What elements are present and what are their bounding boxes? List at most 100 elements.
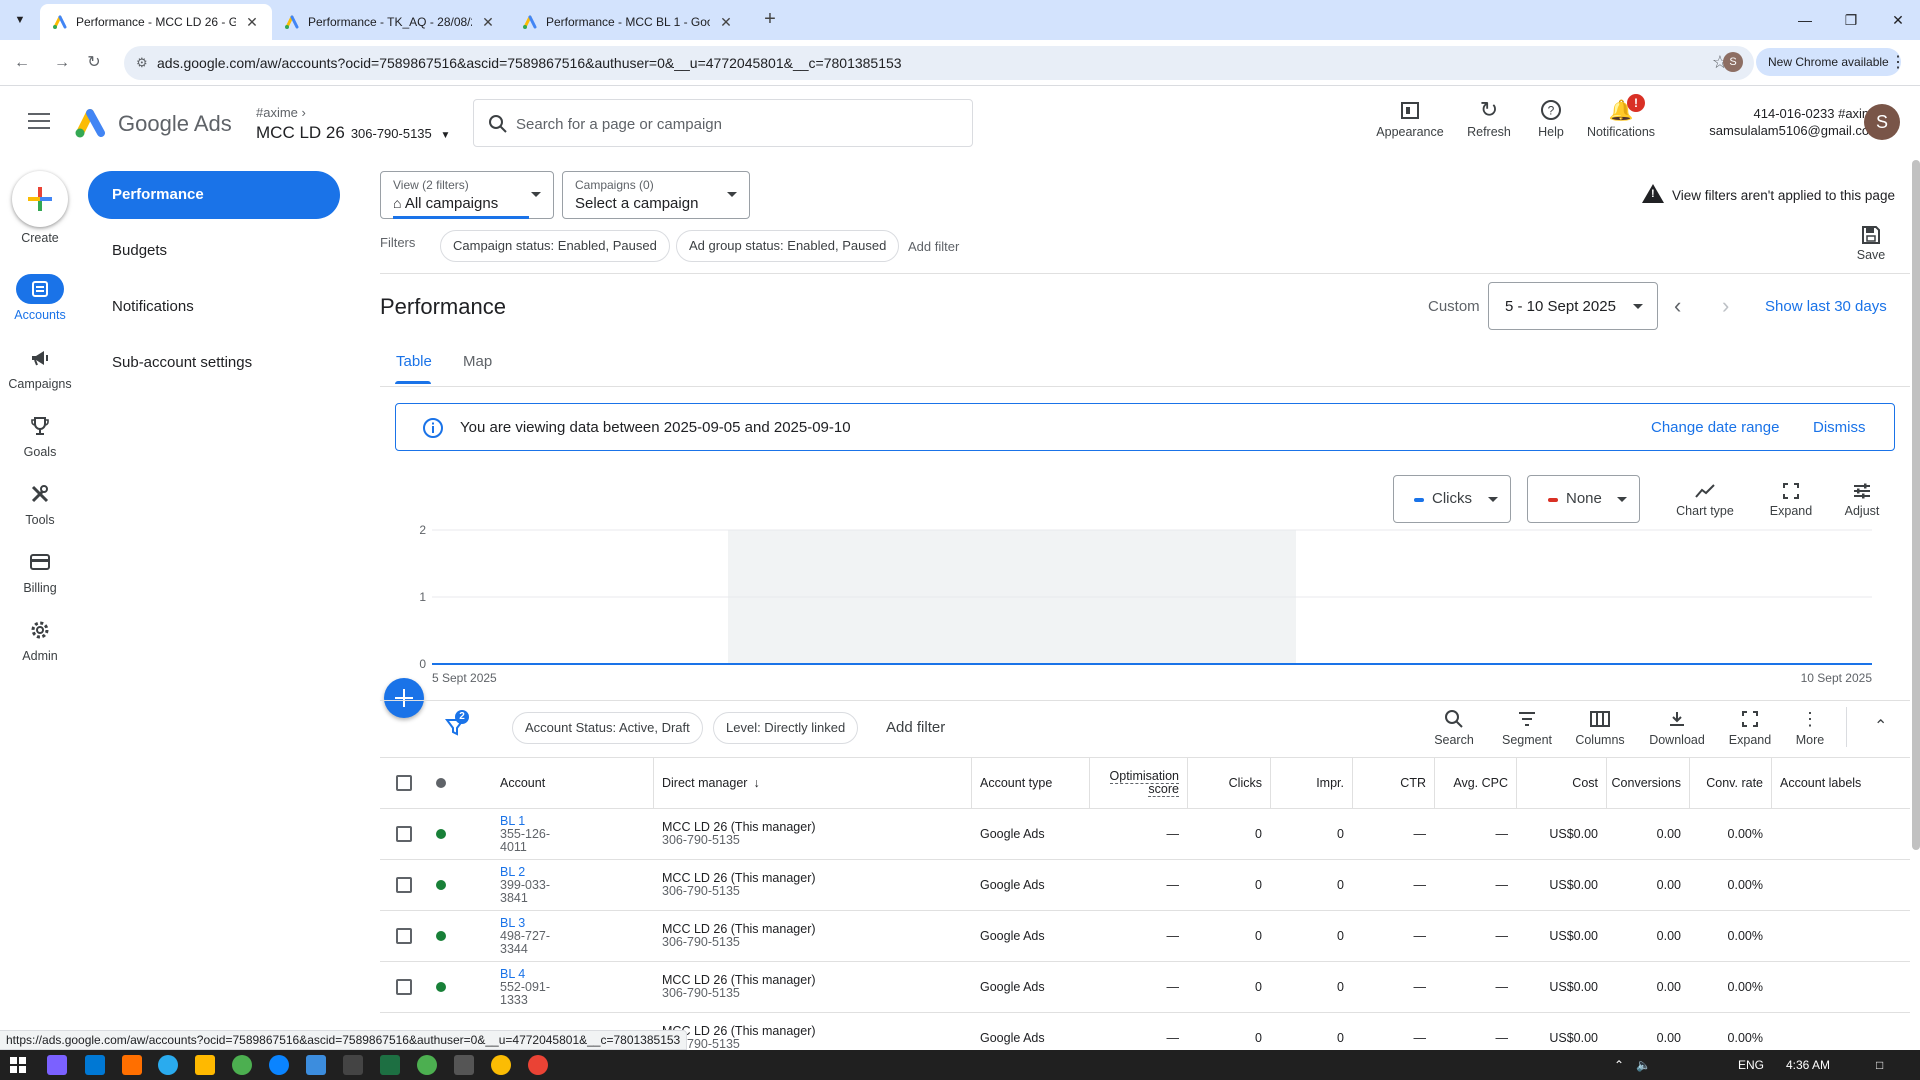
rail-goals[interactable]: Goals — [0, 411, 80, 459]
app-icon[interactable] — [343, 1055, 363, 1075]
subnav-performance[interactable]: Performance — [88, 171, 340, 219]
previous-period-icon[interactable]: ‹ — [1674, 293, 1681, 319]
tab-close-icon[interactable]: ✕ — [480, 14, 496, 31]
campaign-select-dropdown[interactable]: Campaigns (0) Select a campaign — [562, 171, 750, 219]
chrome-icon[interactable] — [232, 1055, 252, 1075]
excel-icon[interactable] — [380, 1055, 400, 1075]
account-link[interactable]: BL 2 — [500, 865, 525, 879]
filter-chip-ad-group-status[interactable]: Ad group status: Enabled, Paused — [676, 230, 900, 262]
file-explorer-icon[interactable] — [195, 1055, 215, 1075]
reload-icon[interactable]: ↻ — [82, 51, 106, 75]
appearance-button[interactable]: Appearance — [1370, 97, 1450, 139]
header-direct-manager[interactable]: Direct manager ↓ — [653, 758, 971, 808]
row-checkbox[interactable] — [396, 962, 412, 1012]
tab-close-icon[interactable]: ✕ — [244, 14, 260, 31]
show-last-30-days-link[interactable]: Show last 30 days — [1765, 298, 1887, 315]
metric-2-dropdown[interactable]: None — [1527, 475, 1640, 523]
app-icon[interactable] — [306, 1055, 326, 1075]
chrome-icon[interactable] — [528, 1055, 548, 1075]
back-arrow-icon[interactable]: ← — [10, 51, 34, 75]
chart-adjust-button[interactable]: Adjust — [1827, 480, 1897, 518]
search-input[interactable]: Search for a page or campaign — [473, 99, 973, 147]
browser-profile-avatar[interactable]: S — [1723, 52, 1743, 72]
account-link[interactable]: BL 4 — [500, 967, 525, 981]
header-cost[interactable]: Cost — [1516, 758, 1606, 808]
rail-accounts[interactable]: Accounts — [0, 274, 80, 322]
row-checkbox[interactable] — [396, 809, 412, 859]
account-link[interactable]: BL 1 — [500, 814, 525, 828]
table-row[interactable]: BL 3 498-727- 3344 MCC LD 26 (This manager)… — [380, 911, 1910, 962]
app-icon[interactable] — [122, 1055, 142, 1075]
create-button[interactable] — [12, 171, 68, 227]
collapse-chevron-up-icon[interactable]: ⌃ — [1874, 716, 1887, 736]
table-row[interactable]: BL 1 355-126- 4011 MCC LD 26 (This manager)… — [380, 809, 1910, 860]
browser-menu-icon[interactable]: ⋮ — [1890, 52, 1906, 72]
tab-search-chevron-icon[interactable]: ▼ — [8, 8, 32, 32]
windows-start-icon[interactable] — [10, 1057, 26, 1076]
site-info-icon[interactable]: ⚙ — [136, 55, 148, 71]
view-filter-dropdown[interactable]: View (2 filters) ⌂ All campaigns — [380, 171, 554, 219]
account-link[interactable]: BL 3 — [500, 916, 525, 930]
row-checkbox[interactable] — [396, 911, 412, 961]
chart-expand-button[interactable]: Expand — [1756, 480, 1826, 518]
chrome-icon[interactable] — [417, 1055, 437, 1075]
clock[interactable]: 4:36 AM — [1786, 1058, 1830, 1072]
notification-center-icon[interactable]: □ — [1876, 1058, 1883, 1072]
edge-icon[interactable] — [269, 1055, 289, 1075]
table-add-filter-link[interactable]: Add filter — [886, 719, 945, 736]
minimize-icon[interactable]: — — [1793, 8, 1817, 32]
tab-close-icon[interactable]: ✕ — [718, 14, 734, 31]
header-clicks[interactable]: Clicks — [1187, 758, 1270, 808]
app-icon[interactable] — [47, 1055, 67, 1075]
tab-map[interactable]: Map — [463, 353, 492, 370]
chart-type-button[interactable]: Chart type — [1670, 480, 1740, 518]
notifications-button[interactable]: 🔔! Notifications — [1581, 94, 1661, 139]
browser-tab-1[interactable]: Performance - MCC LD 26 - Go ✕ — [40, 4, 272, 40]
account-breadcrumb-parent[interactable]: #axime › — [256, 105, 306, 120]
table-filter-chip-account-status[interactable]: Account Status: Active, Draft — [512, 712, 703, 744]
header-avg-cpc[interactable]: Avg. CPC — [1434, 758, 1516, 808]
rail-tools[interactable]: Tools — [0, 479, 80, 527]
header-account-type[interactable]: Account type — [971, 758, 1089, 808]
rail-admin[interactable]: Admin — [0, 615, 80, 663]
window-close-icon[interactable]: ✕ — [1886, 8, 1910, 32]
header-conv-rate[interactable]: Conv. rate — [1689, 758, 1771, 808]
language-indicator[interactable]: ENG — [1738, 1058, 1764, 1072]
header-conversions[interactable]: Conversions — [1606, 758, 1689, 808]
select-all-checkbox[interactable] — [396, 758, 412, 808]
subnav-notifications[interactable]: Notifications — [88, 283, 340, 331]
columns-button[interactable]: Columns — [1565, 708, 1635, 747]
table-row[interactable]: BL 2 399-033- 3841 MCC LD 26 (This manager)… — [380, 860, 1910, 911]
browser-tab-3[interactable]: Performance - MCC BL 1 - Goo ✕ — [510, 4, 746, 40]
filter-chip-campaign-status[interactable]: Campaign status: Enabled, Paused — [440, 230, 670, 262]
header-ctr[interactable]: CTR — [1352, 758, 1434, 808]
new-tab-plus-icon[interactable]: + — [758, 8, 782, 32]
change-date-range-link[interactable]: Change date range — [1651, 419, 1779, 436]
rail-billing[interactable]: Billing — [0, 547, 80, 595]
more-button[interactable]: ⋮ More — [1775, 708, 1845, 748]
table-row[interactable]: BL 4 552-091- 1333 MCC LD 26 (This manager)… — [380, 962, 1910, 1013]
chrome-icon[interactable] — [491, 1055, 511, 1075]
new-chrome-available-button[interactable]: New Chrome available — [1756, 48, 1901, 76]
header-account[interactable]: Account — [500, 758, 545, 808]
telegram-icon[interactable] — [158, 1055, 178, 1075]
restore-icon[interactable]: ❐ — [1839, 8, 1863, 32]
table-filter-chip-level[interactable]: Level: Directly linked — [713, 712, 859, 744]
dismiss-link[interactable]: Dismiss — [1813, 419, 1866, 436]
outlook-icon[interactable] — [85, 1055, 105, 1075]
subnav-budgets[interactable]: Budgets — [88, 227, 340, 275]
date-range-picker[interactable]: 5 - 10 Sept 2025 — [1488, 282, 1658, 330]
tab-table[interactable]: Table — [396, 353, 432, 370]
tray-overflow-chevron-icon[interactable]: ⌃ — [1614, 1058, 1624, 1072]
browser-tab-2[interactable]: Performance - TK_AQ - 28/08/2 ✕ — [272, 4, 508, 40]
forward-arrow-icon[interactable]: → — [50, 51, 74, 75]
metric-1-dropdown[interactable]: Clicks — [1393, 475, 1511, 523]
terminal-icon[interactable] — [454, 1055, 474, 1075]
hamburger-menu-icon[interactable] — [28, 113, 50, 131]
page-scrollbar[interactable] — [1912, 160, 1920, 850]
avatar[interactable]: S — [1864, 104, 1900, 140]
account-selector[interactable]: MCC LD 26 306-790-5135 ▼ — [256, 123, 450, 143]
add-filter-link[interactable]: Add filter — [908, 239, 959, 254]
help-button[interactable]: ? Help — [1511, 97, 1591, 139]
save-button[interactable]: Save — [1850, 225, 1892, 262]
